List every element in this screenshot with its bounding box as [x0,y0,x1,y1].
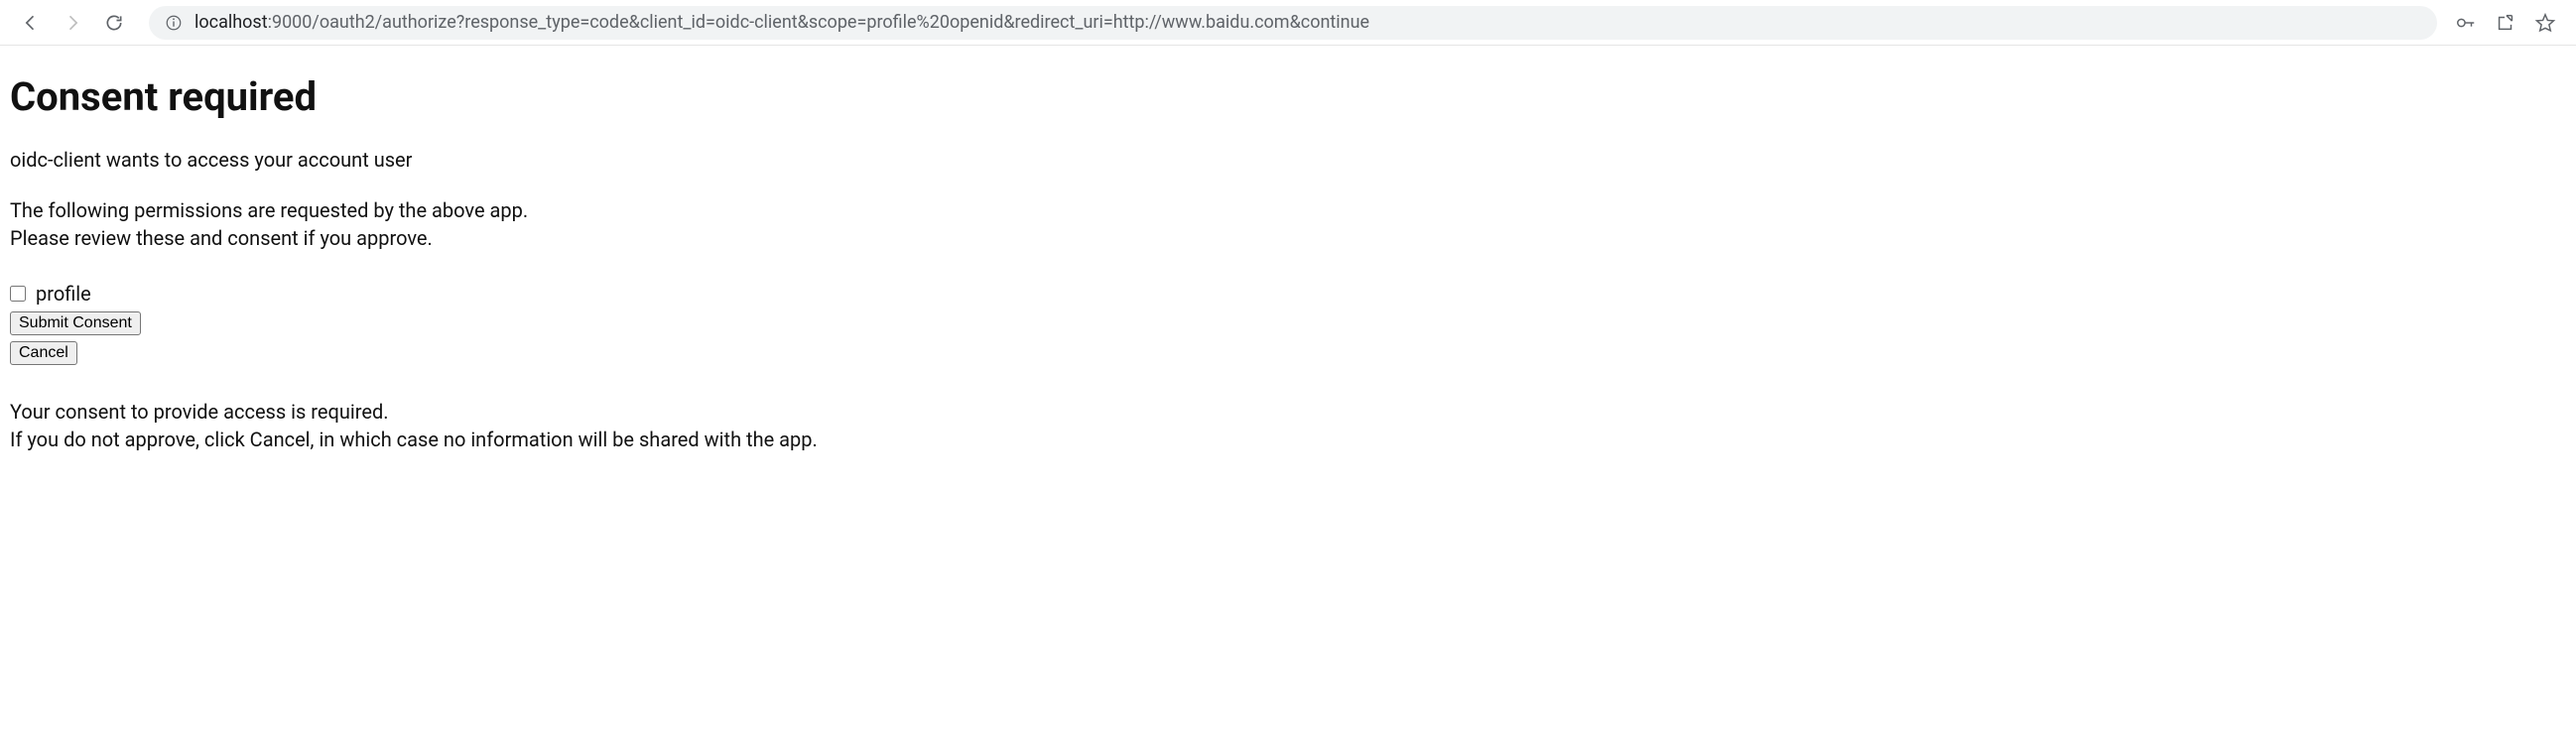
consent-page: Consent required oidc-client wants to ac… [0,46,2576,463]
perm-line-2: Please review these and consent if you a… [10,226,433,250]
url-path: :9000/oauth2/authorize?response_type=cod… [268,12,1370,33]
url-text: localhost:9000/oauth2/authorize?response… [194,12,1369,33]
access-description: oidc-client wants to access your account… [10,148,2566,172]
password-key-icon[interactable] [2455,12,2477,34]
consent-footer: Your consent to provide access is requir… [10,399,2566,453]
url-host: localhost [194,12,268,33]
page-title: Consent required [10,73,2566,120]
toolbar-right-icons [2455,12,2562,34]
reload-icon [104,13,124,33]
arrow-right-icon [63,13,82,33]
site-info-icon[interactable] [165,14,183,32]
reload-button[interactable] [97,6,131,40]
browser-toolbar: localhost:9000/oauth2/authorize?response… [0,0,2576,46]
scope-checkbox-profile[interactable] [10,286,26,302]
bookmark-star-icon[interactable] [2534,12,2556,34]
share-icon[interactable] [2495,12,2516,34]
footer-line-2: If you do not approve, click Cancel, in … [10,428,818,451]
cancel-button[interactable]: Cancel [10,341,77,365]
back-button[interactable] [14,6,48,40]
scope-row: profile [10,282,2566,306]
perm-line-1: The following permissions are requested … [10,198,528,222]
arrow-left-icon [21,13,41,33]
footer-line-1: Your consent to provide access is requir… [10,400,389,424]
address-bar[interactable]: localhost:9000/oauth2/authorize?response… [149,6,2437,40]
submit-consent-button[interactable]: Submit Consent [10,311,141,335]
scope-label-profile: profile [36,282,91,306]
forward-button[interactable] [56,6,89,40]
permission-instructions: The following permissions are requested … [10,197,2566,252]
